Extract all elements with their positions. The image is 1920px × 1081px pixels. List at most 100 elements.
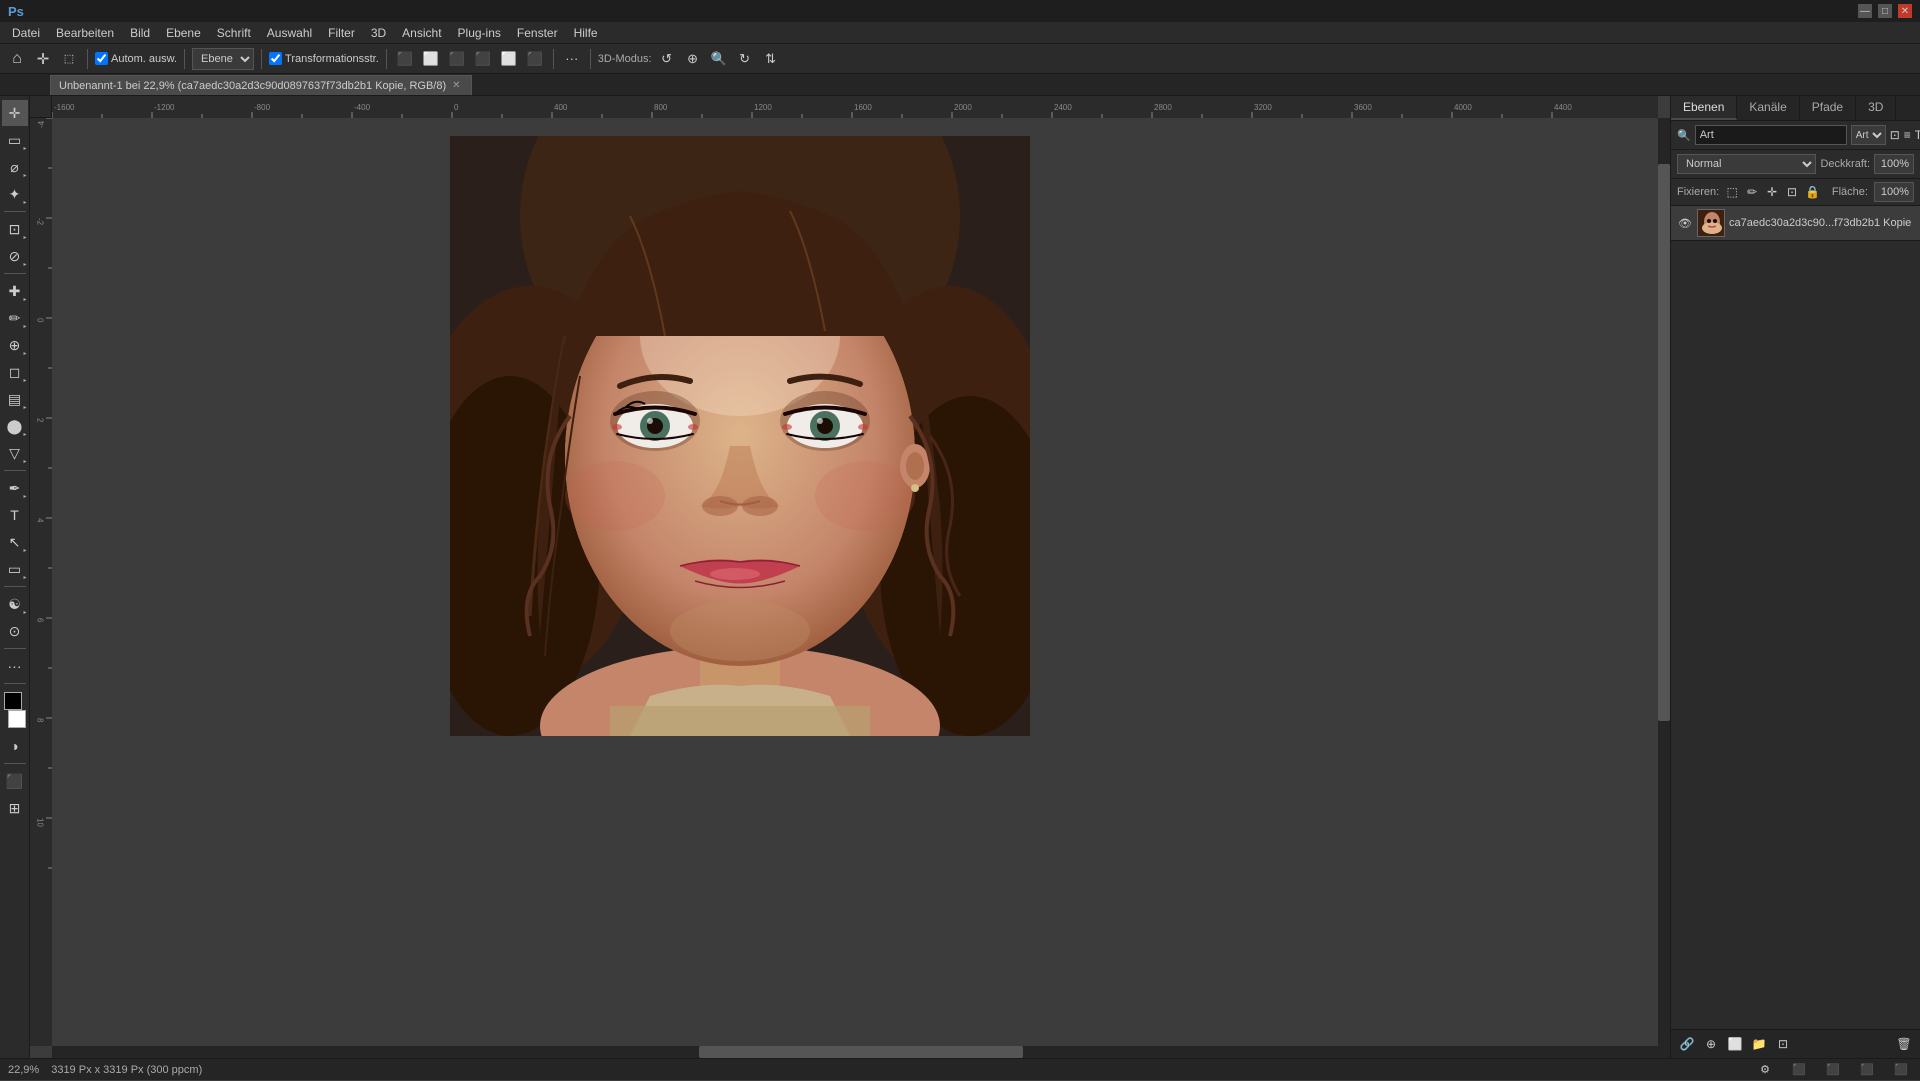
menu-ansicht[interactable]: Ansicht xyxy=(394,24,449,42)
layer-search-input[interactable] xyxy=(1695,125,1847,145)
menu-filter[interactable]: Filter xyxy=(320,24,363,42)
status-extra-4[interactable]: ⬛ xyxy=(1890,1059,1912,1081)
transform-text: Transformationsstr. xyxy=(285,53,379,65)
lock-all-button[interactable]: 🔒 xyxy=(1805,182,1820,202)
tab-ebenen[interactable]: Ebenen xyxy=(1671,96,1737,120)
magic-wand-tool[interactable]: ✦▸ xyxy=(2,181,28,207)
status-extra-2[interactable]: ⬛ xyxy=(1822,1059,1844,1081)
stamp-tool[interactable]: ⊕▸ xyxy=(2,332,28,358)
lock-pixels-button[interactable]: ✏ xyxy=(1745,182,1759,202)
lock-position-button[interactable]: ✛ xyxy=(1765,182,1779,202)
eyedropper-tool[interactable]: ⊘▸ xyxy=(2,243,28,269)
blur-tool[interactable]: ⬤▸ xyxy=(2,413,28,439)
search-icon: 🔍 xyxy=(1677,129,1691,142)
healing-tool[interactable]: ✚▸ xyxy=(2,278,28,304)
tab-kanaele[interactable]: Kanäle xyxy=(1737,96,1799,120)
zoom-tool[interactable]: ⊙ xyxy=(2,618,28,644)
document-tab[interactable]: Unbenannt-1 bei 22,9% (ca7aedc30a2d3c90d… xyxy=(50,75,472,95)
transform-checkbox[interactable] xyxy=(269,52,282,65)
status-extra-1[interactable]: ⬛ xyxy=(1788,1059,1810,1081)
blend-mode-select[interactable]: Normal xyxy=(1677,154,1816,174)
3d-rotate-button[interactable]: ↺ xyxy=(656,48,678,70)
more-options-button[interactable]: ··· xyxy=(561,48,583,70)
tab-close-button[interactable]: ✕ xyxy=(452,80,460,91)
3d-roll-button[interactable]: ↻ xyxy=(734,48,756,70)
lasso-tool[interactable]: ⌀▸ xyxy=(2,154,28,180)
3d-pan-button[interactable]: ⊕ xyxy=(682,48,704,70)
title-bar-controls[interactable]: — □ ✕ xyxy=(1858,4,1912,18)
new-layer-button[interactable]: ⊡ xyxy=(1773,1034,1793,1054)
menu-schrift[interactable]: Schrift xyxy=(209,24,259,42)
add-adjustment-button[interactable]: ⊕ xyxy=(1701,1034,1721,1054)
menu-3d[interactable]: 3D xyxy=(363,24,394,42)
path-selection-tool[interactable]: ↖▸ xyxy=(2,529,28,555)
tab-3d[interactable]: 3D xyxy=(1856,96,1896,120)
menu-datei[interactable]: Datei xyxy=(4,24,48,42)
panel-new-group-icon[interactable]: ⊡ xyxy=(1890,125,1900,145)
3d-walk-button[interactable]: ⇅ xyxy=(760,48,782,70)
pen-tool[interactable]: ✒▸ xyxy=(2,475,28,501)
text-tool[interactable]: T xyxy=(2,502,28,528)
svg-text:2800: 2800 xyxy=(1154,103,1172,112)
artboard-button[interactable]: ⬚ xyxy=(58,48,80,70)
extra-tool[interactable]: ··· xyxy=(2,653,28,679)
dodge-tool[interactable]: ▽▸ xyxy=(2,440,28,466)
auto-transform-checkbox[interactable] xyxy=(95,52,108,65)
menu-hilfe[interactable]: Hilfe xyxy=(566,24,606,42)
artboards-button[interactable]: ⊞ xyxy=(2,795,28,821)
delete-layer-button[interactable]: 🗑 xyxy=(1894,1034,1914,1054)
layer-item[interactable]: 👁 ca7aedc30a2d3c90...f73db2b1 Kopie xyxy=(1671,206,1920,241)
align-center-v-button[interactable]: ⬜ xyxy=(498,48,520,70)
status-settings-button[interactable]: ⚙ xyxy=(1754,1059,1776,1081)
opacity-input[interactable] xyxy=(1874,154,1914,174)
lock-transparent-button[interactable]: ⬚ xyxy=(1725,182,1739,202)
align-left-button[interactable]: ⬛ xyxy=(394,48,416,70)
marquee-tool[interactable]: ▭▸ xyxy=(2,127,28,153)
canvas-area[interactable]: -1600 -1200 -800 -400 0 400 800 xyxy=(30,96,1670,1058)
tab-pfade[interactable]: Pfade xyxy=(1800,96,1856,120)
background-color[interactable] xyxy=(8,710,26,728)
foreground-color[interactable] xyxy=(4,692,22,710)
panel-filter-icon[interactable]: ≡ xyxy=(1904,125,1911,145)
maximize-button[interactable]: □ xyxy=(1878,4,1892,18)
ebene-select[interactable]: Ebene xyxy=(192,48,254,70)
menu-bild[interactable]: Bild xyxy=(122,24,158,42)
align-bottom-button[interactable]: ⬛ xyxy=(524,48,546,70)
gradient-tool[interactable]: ▤▸ xyxy=(2,386,28,412)
lock-artboard-button[interactable]: ⊡ xyxy=(1785,182,1799,202)
hand-tool[interactable]: ☯▸ xyxy=(2,591,28,617)
align-top-button[interactable]: ⬛ xyxy=(472,48,494,70)
auto-transform-text: Autom. ausw. xyxy=(111,53,177,65)
screen-mode-button[interactable]: ⬛ xyxy=(2,768,28,794)
menu-ebene[interactable]: Ebene xyxy=(158,24,209,42)
menu-plugins[interactable]: Plug-ins xyxy=(450,24,509,42)
shape-tool[interactable]: ▭▸ xyxy=(2,556,28,582)
brush-tool[interactable]: ✏▸ xyxy=(2,305,28,331)
layer-filter-select[interactable]: Art xyxy=(1851,125,1886,145)
quick-mask-button[interactable]: ◑ xyxy=(2,733,28,759)
panel-icon-1[interactable]: T xyxy=(1915,125,1920,145)
eraser-tool[interactable]: ◻▸ xyxy=(2,359,28,385)
svg-text:-2: -2 xyxy=(36,218,45,226)
menu-fenster[interactable]: Fenster xyxy=(509,24,566,42)
svg-text:0: 0 xyxy=(454,103,459,112)
align-center-h-button[interactable]: ⬜ xyxy=(420,48,442,70)
minimize-button[interactable]: — xyxy=(1858,4,1872,18)
move-tool-button[interactable]: ✛ xyxy=(32,48,54,70)
vertical-scrollbar[interactable] xyxy=(1658,118,1670,1046)
add-mask-button[interactable]: ⬜ xyxy=(1725,1034,1745,1054)
menu-auswahl[interactable]: Auswahl xyxy=(259,24,320,42)
home-button[interactable]: ⌂ xyxy=(6,48,28,70)
menu-bearbeiten[interactable]: Bearbeiten xyxy=(48,24,122,42)
align-right-button[interactable]: ⬛ xyxy=(446,48,468,70)
layer-visibility-eye[interactable]: 👁 xyxy=(1677,215,1693,231)
move-tool[interactable]: ✛ xyxy=(2,100,28,126)
fill-input[interactable] xyxy=(1874,182,1914,202)
3d-zoom-button[interactable]: 🔍 xyxy=(708,48,730,70)
crop-tool[interactable]: ⊡▸ xyxy=(2,216,28,242)
link-layers-button[interactable]: 🔗 xyxy=(1677,1034,1697,1054)
add-group-button[interactable]: 📁 xyxy=(1749,1034,1769,1054)
horizontal-scrollbar[interactable] xyxy=(52,1046,1670,1058)
close-button[interactable]: ✕ xyxy=(1898,4,1912,18)
status-extra-3[interactable]: ⬛ xyxy=(1856,1059,1878,1081)
